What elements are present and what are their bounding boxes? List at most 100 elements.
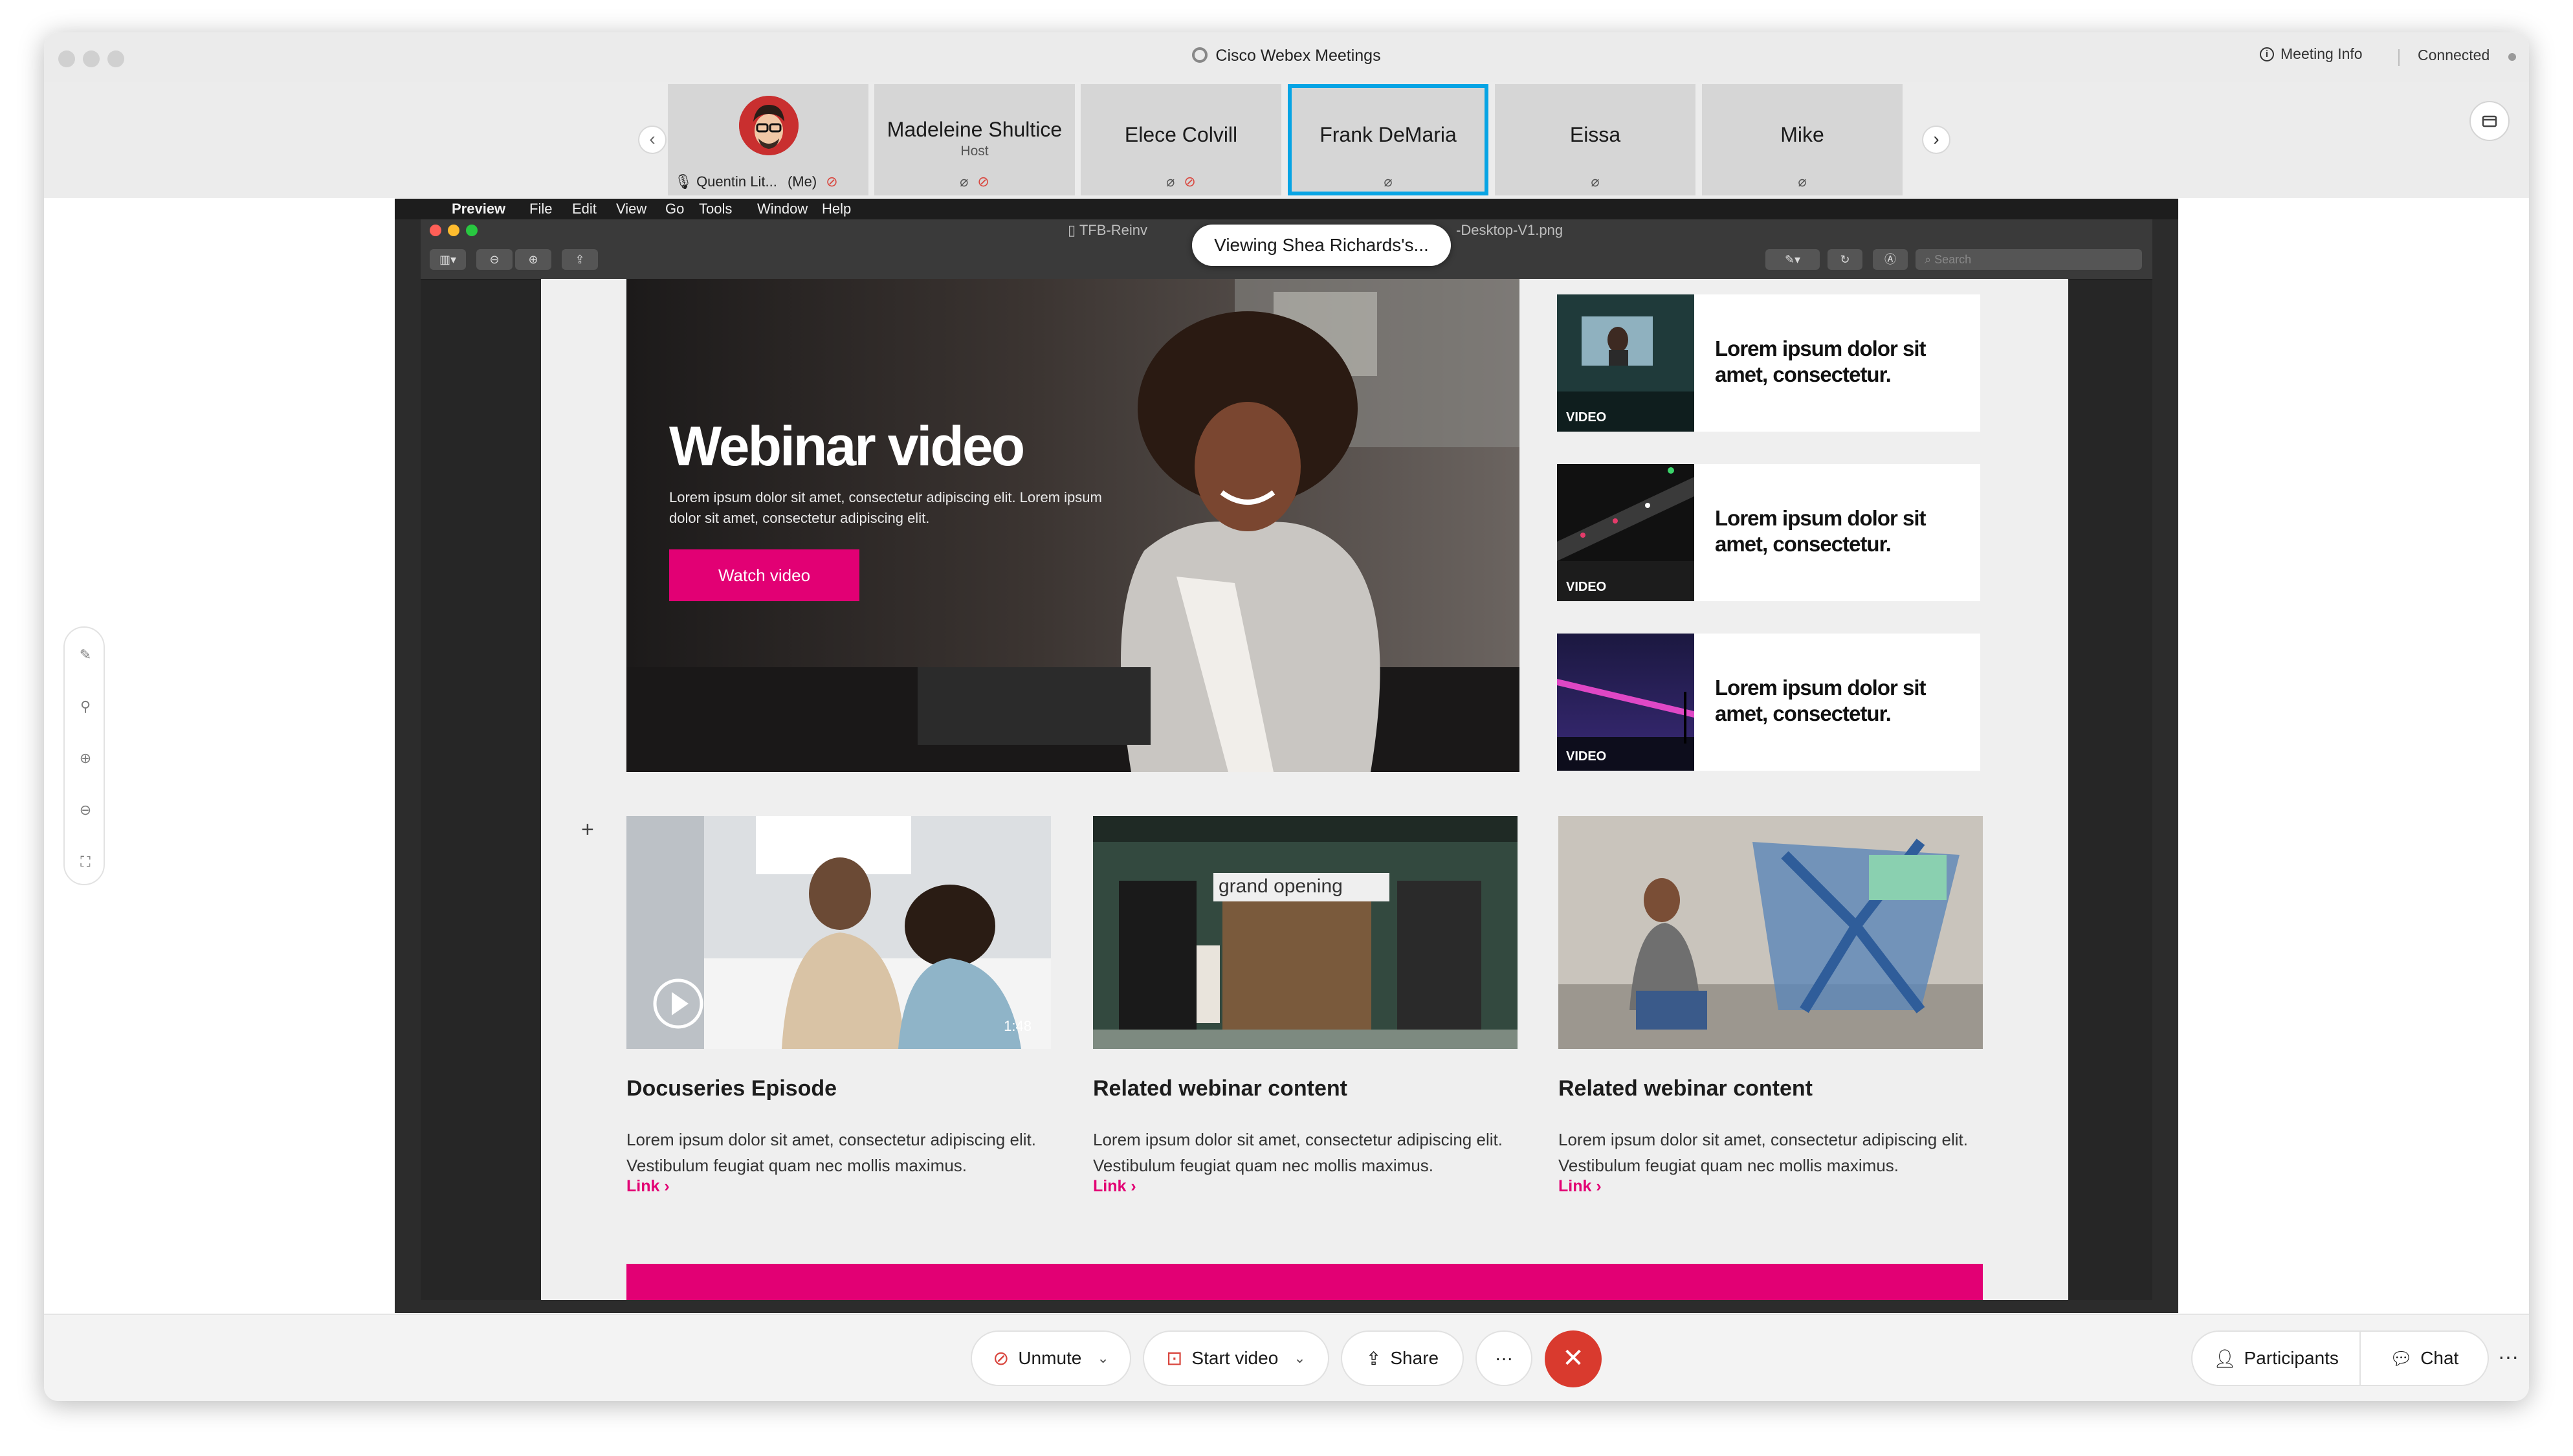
webex-logo-icon: [1192, 47, 1208, 63]
chat-button[interactable]: 💬︎ Chat: [2361, 1332, 2488, 1385]
card-description: Lorem ipsum dolor sit amet, consectetur …: [1093, 1130, 1503, 1175]
zoom-in-icon[interactable]: ⊕: [76, 749, 94, 767]
unmute-button[interactable]: ⊘ Unmute ⌄: [971, 1330, 1131, 1386]
participant-tile[interactable]: Mike ⌀: [1702, 84, 1903, 195]
muted-mic-icon: ⊘: [826, 173, 838, 190]
participant-name: Mike: [1780, 123, 1824, 146]
connection-status: Connected: [2418, 47, 2490, 63]
card-link: Link ›: [626, 1177, 670, 1195]
hero-description: Lorem ipsum dolor sit amet, consectetur …: [669, 489, 1102, 526]
strip-prev-button[interactable]: ‹: [638, 126, 667, 154]
watch-video-button: Watch video: [669, 549, 859, 601]
video-card: VIDEO Lorem ipsum dolor sit amet, consec…: [1557, 634, 1980, 771]
info-icon: i: [2260, 47, 2274, 61]
card-link-text: Link: [1093, 1177, 1127, 1195]
layout-icon: [2482, 115, 2497, 127]
meeting-info-button[interactable]: i Meeting Info: [2260, 45, 2363, 63]
participants-button[interactable]: 👤︎ Participants: [2192, 1332, 2359, 1385]
participant-tile[interactable]: Eissa ⌀: [1495, 84, 1695, 195]
participant-tile[interactable]: Madeleine Shultice Host ⌀ ⊘: [874, 84, 1075, 195]
menu-file: File: [529, 201, 553, 217]
sidebar-toggle-icon: ▥▾: [430, 249, 466, 270]
preview-window: ▯ TFB-Reinv -Desktop-V1.png ▥▾ ⊖ ⊕ ⇪ ✎▾ …: [421, 219, 2152, 1300]
me-suffix: (Me): [787, 173, 817, 190]
participant-name: Eissa: [1569, 123, 1621, 146]
menu-window: Window: [757, 201, 808, 217]
tile-status: ⌀: [1495, 173, 1695, 190]
card-image: 1:48: [626, 816, 1051, 1049]
card-description: Lorem ipsum dolor sit amet, consectetur …: [626, 1130, 1036, 1175]
start-video-label: Start video: [1191, 1348, 1279, 1368]
menu-tools: Tools: [699, 201, 733, 217]
card-image: grand opening: [1093, 816, 1518, 1049]
annotate-circle-icon: Ⓐ: [1873, 249, 1908, 270]
more-icon: ···: [1495, 1348, 1513, 1368]
participant-name: Quentin Lit...: [696, 173, 777, 190]
participant-name: Elece Colvill: [1124, 123, 1238, 146]
participant-tile-me[interactable]: 🎙︎ Quentin Lit... (Me) ⊘: [668, 84, 868, 195]
fit-screen-icon[interactable]: ⛶: [76, 853, 94, 871]
share-screen-icon: ⇪: [1365, 1348, 1382, 1369]
mic-icon: 🎙︎: [674, 173, 692, 190]
grand-opening-sign: grand opening: [1219, 876, 1343, 897]
participant-tile-active-speaker[interactable]: Frank DeMaria ⌀: [1288, 84, 1488, 195]
annotate-icon[interactable]: ✎: [76, 646, 94, 664]
card-link-text: Link: [1558, 1177, 1592, 1195]
layout-button[interactable]: [2469, 101, 2510, 141]
shared-screen: Preview File Edit View Go Tools Window H…: [395, 199, 2178, 1313]
card-description: Lorem ipsum dolor sit amet, consectetur …: [1558, 1130, 1968, 1175]
video-card-title: Lorem ipsum dolor sit amet, consectetur.: [1715, 506, 1927, 556]
window-title: Cisco Webex Meetings: [44, 47, 2529, 65]
video-card: VIDEO Lorem ipsum dolor sit amet, consec…: [1557, 294, 1980, 432]
muted-mic-icon: ⊘: [1184, 173, 1196, 190]
window-title-text: Cisco Webex Meetings: [1215, 47, 1381, 65]
more-panels-button[interactable]: ···: [2494, 1330, 2523, 1386]
zoom-out-icon[interactable]: ⊖: [76, 801, 94, 819]
content-card: Related webinar content Lorem ipsum dolo…: [1558, 816, 1983, 1195]
divider: [2398, 49, 2400, 66]
chevron-down-icon[interactable]: ⌄: [1097, 1350, 1109, 1367]
more-options-button[interactable]: ···: [1475, 1330, 1532, 1386]
panel-buttons: 👤︎ Participants 💬︎ Chat: [2191, 1330, 2489, 1386]
footer-accent-bar: [626, 1264, 1983, 1300]
participant-tile[interactable]: Elece Colvill ⌀ ⊘: [1081, 84, 1281, 195]
video-tag: VIDEO: [1566, 580, 1607, 594]
tile-status: ⌀ ⊘: [1081, 173, 1281, 190]
doc-title-right: -Desktop-V1.png: [1456, 222, 1563, 238]
video-card: VIDEO Lorem ipsum dolor sit amet, consec…: [1557, 464, 1980, 601]
menu-view: View: [616, 201, 647, 217]
viewing-share-indicator: Viewing Shea Richards's...: [1192, 225, 1451, 266]
share-label: Share: [1390, 1348, 1439, 1368]
video-tag: VIDEO: [1566, 410, 1607, 425]
menu-app-name: Preview: [452, 201, 506, 217]
participants-label: Participants: [2244, 1348, 2339, 1368]
chevron-down-icon[interactable]: ⌄: [1294, 1350, 1305, 1367]
title-bar: Cisco Webex Meetings i Meeting Info Conn…: [44, 32, 2529, 83]
video-card-title: Lorem ipsum dolor sit amet, consectetur.: [1715, 336, 1927, 386]
card-link-text: Link: [626, 1177, 660, 1195]
mic-icon: ⌀: [1166, 173, 1175, 190]
search-placeholder: Search: [1934, 253, 1972, 266]
start-video-button[interactable]: ⊡ Start video ⌄: [1143, 1330, 1329, 1386]
menu-help: Help: [822, 201, 852, 217]
card-title: Docuseries Episode: [626, 1076, 837, 1101]
annotation-toolbar: ✎ ⚲ ⊕ ⊖ ⛶: [63, 626, 105, 885]
tile-status: ⌀: [1702, 173, 1903, 190]
chat-label: Chat: [2420, 1348, 2459, 1368]
card-link: Link ›: [1093, 1177, 1136, 1195]
markup-icon: ✎▾: [1765, 249, 1820, 270]
close-icon: ✕: [1562, 1344, 1584, 1373]
more-icon: ···: [2498, 1345, 2519, 1368]
video-thumbnail: VIDEO: [1557, 464, 1694, 601]
mic-icon: ⌀: [1798, 173, 1807, 190]
unmute-label: Unmute: [1018, 1348, 1082, 1368]
minimize-dot-icon: [448, 225, 459, 236]
strip-next-button[interactable]: ›: [1922, 126, 1950, 154]
connection-dot-icon: [2508, 53, 2516, 61]
end-meeting-button[interactable]: ✕: [1545, 1330, 1602, 1387]
muted-mic-icon: ⊘: [993, 1347, 1010, 1369]
share-button[interactable]: ⇪ Share: [1341, 1330, 1464, 1386]
remote-control-icon[interactable]: ⚲: [76, 698, 94, 716]
video-off-icon: ⊡: [1166, 1347, 1183, 1369]
doc-title-left-text: TFB-Reinv: [1079, 222, 1147, 238]
